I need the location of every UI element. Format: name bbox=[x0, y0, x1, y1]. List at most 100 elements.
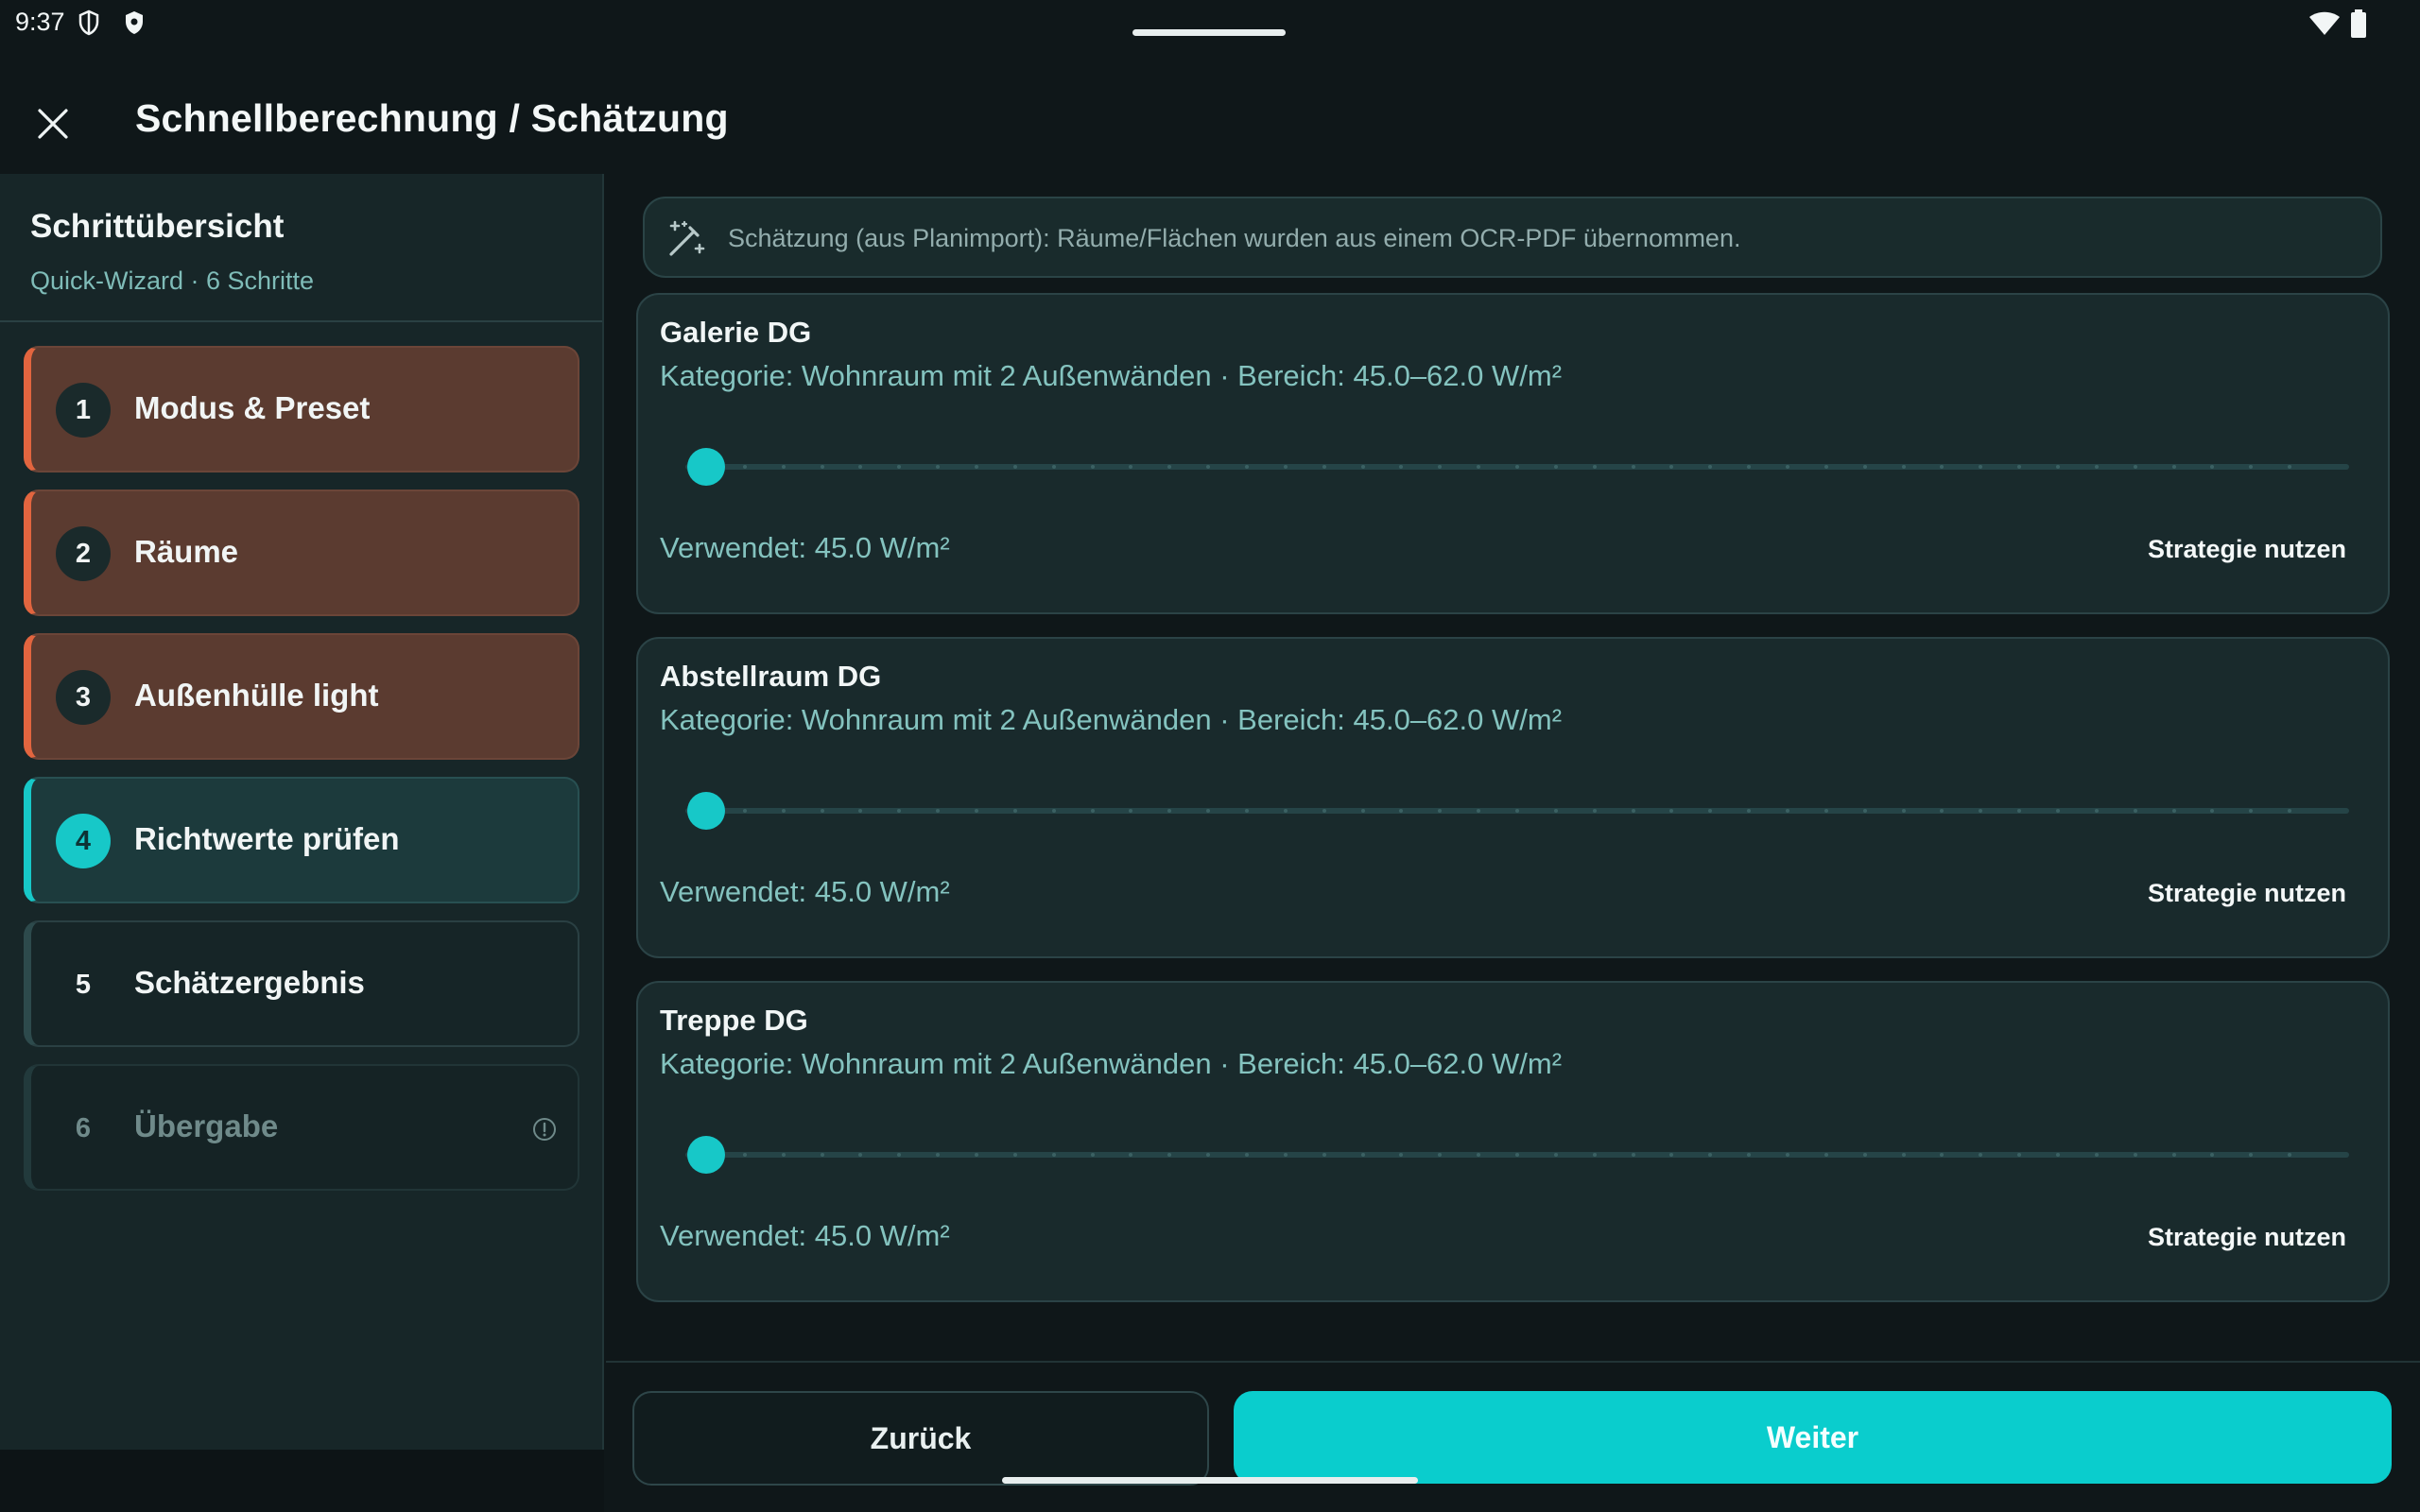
slider-tick bbox=[1901, 465, 1906, 469]
used-value: Verwendet: 45.0 W/m² bbox=[660, 531, 950, 564]
back-button[interactable]: Zurück bbox=[632, 1391, 1209, 1486]
slider-tick bbox=[820, 1153, 824, 1157]
slider-tick bbox=[1283, 809, 1288, 813]
slider-thumb[interactable] bbox=[687, 1136, 725, 1174]
use-strategy-button[interactable]: Strategie nutzen bbox=[2148, 1223, 2346, 1252]
slider-tick bbox=[1862, 465, 1867, 469]
slider-tick bbox=[1245, 1153, 1249, 1157]
slider-thumb[interactable] bbox=[687, 448, 725, 486]
slider-tick bbox=[1245, 809, 1249, 813]
slider-tick bbox=[1012, 809, 1017, 813]
step-number: 4 bbox=[56, 814, 111, 868]
used-value: Verwendet: 45.0 W/m² bbox=[660, 875, 950, 908]
wifi-icon bbox=[2309, 11, 2340, 35]
step-label: Modus & Preset bbox=[134, 390, 371, 425]
room-card: Treppe DG Kategorie: Wohnraum mit 2 Auße… bbox=[636, 981, 2390, 1302]
room-category: Kategorie: Wohnraum mit 2 Außenwänden · … bbox=[660, 703, 1563, 736]
slider-tick bbox=[1051, 465, 1056, 469]
step-label: Außenhülle light bbox=[134, 678, 379, 713]
slider-tick bbox=[1862, 1153, 1867, 1157]
slider-tick bbox=[1631, 1153, 1635, 1157]
close-button[interactable] bbox=[28, 99, 78, 148]
page-title: Schnellberechnung / Schätzung bbox=[135, 96, 729, 140]
status-bar: 9:37 bbox=[0, 0, 2420, 47]
slider-tick bbox=[2094, 1153, 2099, 1157]
room-name: Galerie DG bbox=[660, 316, 812, 349]
slider-tick bbox=[820, 465, 824, 469]
slider-tick bbox=[1322, 465, 1326, 469]
gesture-handle-bottom bbox=[1002, 1477, 1418, 1484]
slider-tick bbox=[1090, 465, 1095, 469]
step-number: 1 bbox=[56, 383, 111, 438]
room-card: Abstellraum DG Kategorie: Wohnraum mit 2… bbox=[636, 637, 2390, 958]
slider-tick bbox=[1592, 465, 1597, 469]
step-item-raeume[interactable]: 2 Räume bbox=[24, 490, 579, 616]
step-item-aussenhuelle[interactable]: 3 Außenhülle light bbox=[24, 633, 579, 760]
slider-tick bbox=[781, 1153, 786, 1157]
slider-tick bbox=[975, 465, 978, 469]
step-item-schaetzergebnis[interactable]: 5 Schätzergebnis bbox=[24, 920, 579, 1047]
slider-tick bbox=[1553, 465, 1558, 469]
slider-tick bbox=[742, 809, 747, 813]
slider-tick bbox=[742, 465, 747, 469]
slider-tick bbox=[820, 809, 824, 813]
slider-tick bbox=[1824, 465, 1828, 469]
security-shield-icon bbox=[126, 11, 143, 34]
slider-thumb[interactable] bbox=[687, 792, 725, 830]
step-item-modus-preset[interactable]: 1 Modus & Preset bbox=[24, 346, 579, 472]
next-button[interactable]: Weiter bbox=[1234, 1391, 2392, 1484]
slider-tick bbox=[1245, 465, 1249, 469]
slider-tick bbox=[1862, 809, 1867, 813]
app-bar: Schnellberechnung / Schätzung bbox=[0, 47, 2420, 174]
use-strategy-button[interactable]: Strategie nutzen bbox=[2148, 879, 2346, 908]
step-number: 6 bbox=[75, 1112, 92, 1143]
slider-tick bbox=[2171, 809, 2176, 813]
slider-tick bbox=[1360, 809, 1365, 813]
step-sidebar: Schrittübersicht Quick-Wizard · 6 Schrit… bbox=[0, 174, 604, 1450]
slider-tick bbox=[1901, 809, 1906, 813]
slider-tick bbox=[2094, 809, 2099, 813]
slider-tick bbox=[1090, 1153, 1095, 1157]
slider-tick bbox=[2094, 465, 2099, 469]
step-number: 3 bbox=[56, 670, 111, 725]
room-name: Abstellraum DG bbox=[660, 660, 882, 693]
slider-tick bbox=[2056, 465, 2060, 469]
slider-tick bbox=[1592, 809, 1597, 813]
status-time: 9:37 bbox=[15, 8, 65, 36]
close-icon bbox=[38, 109, 68, 139]
slider-tick bbox=[1786, 809, 1789, 813]
slider-tick bbox=[781, 809, 786, 813]
step-item-uebergabe[interactable]: 6 Übergabe bbox=[24, 1064, 579, 1191]
slider-tick bbox=[2056, 809, 2060, 813]
sidebar-title: Schrittübersicht bbox=[30, 208, 285, 245]
slider-tick bbox=[1322, 1153, 1326, 1157]
slider-tick bbox=[2171, 1153, 2176, 1157]
slider-tick bbox=[1592, 1153, 1597, 1157]
room-card: Galerie DG Kategorie: Wohnraum mit 2 Auß… bbox=[636, 293, 2390, 614]
slider-tick bbox=[1515, 465, 1519, 469]
heat-load-slider[interactable] bbox=[685, 446, 2349, 488]
slider-tick bbox=[1515, 809, 1519, 813]
slider-tick bbox=[2171, 465, 2176, 469]
bottom-action-bar: Zurück Weiter bbox=[606, 1361, 2420, 1512]
heat-load-slider[interactable] bbox=[685, 1134, 2349, 1176]
step-item-richtwerte[interactable]: 4 Richtwerte prüfen bbox=[24, 777, 579, 903]
heat-load-slider[interactable] bbox=[685, 790, 2349, 832]
step-number: 2 bbox=[56, 526, 111, 581]
slider-tick bbox=[975, 809, 978, 813]
slider-tick bbox=[781, 465, 786, 469]
use-strategy-button[interactable]: Strategie nutzen bbox=[2148, 535, 2346, 564]
slider-tick bbox=[2133, 809, 2137, 813]
room-category: Kategorie: Wohnraum mit 2 Außenwänden · … bbox=[660, 359, 1563, 392]
step-label: Übergabe bbox=[134, 1108, 279, 1143]
slider-tick bbox=[2056, 1153, 2060, 1157]
slider-tick bbox=[1360, 465, 1365, 469]
slider-tick bbox=[1631, 809, 1635, 813]
main-content: Schätzung (aus Planimport): Räume/Fläche… bbox=[606, 174, 2420, 1361]
room-name: Treppe DG bbox=[660, 1004, 808, 1037]
room-category: Kategorie: Wohnraum mit 2 Außenwänden · … bbox=[660, 1047, 1563, 1080]
slider-tick bbox=[1051, 1153, 1056, 1157]
slider-tick bbox=[1553, 809, 1558, 813]
banner-text: Schätzung (aus Planimport): Räume/Fläche… bbox=[728, 224, 1741, 252]
slider-tick bbox=[1360, 1153, 1365, 1157]
